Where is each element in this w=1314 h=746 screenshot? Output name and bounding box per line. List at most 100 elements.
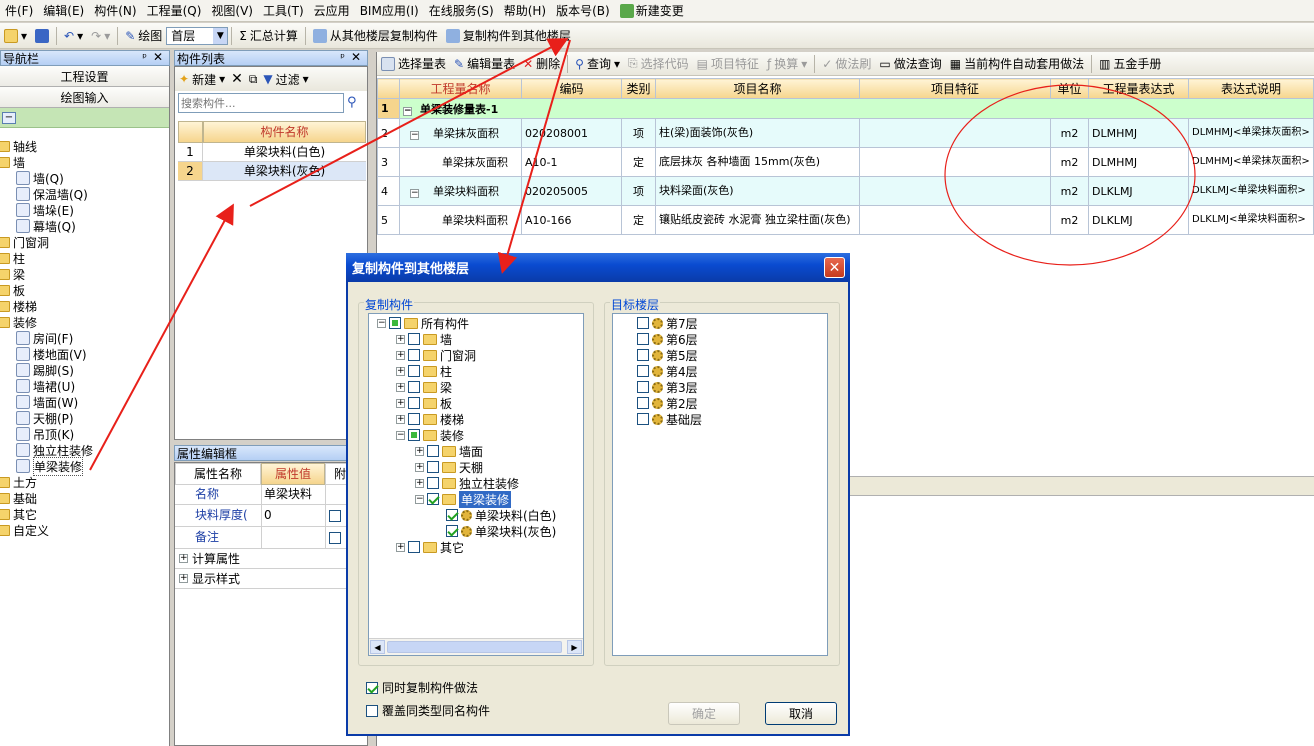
component-tree-node[interactable]: + 楼梯	[396, 411, 464, 427]
expand-icon[interactable]: +	[396, 398, 405, 408]
nav-component-item[interactable]: 单梁装修	[16, 456, 84, 476]
undo-button[interactable]: ↶ ▾	[60, 25, 87, 47]
nav-folder-item[interactable]: 其它	[0, 506, 37, 522]
expand-icon[interactable]: +	[179, 554, 188, 563]
nav-folder-item[interactable]: 基础	[0, 490, 37, 506]
nav-component-item[interactable]: 房间(F)	[16, 330, 73, 346]
item-name[interactable]: 镶贴纸皮瓷砖 水泥膏 独立梁柱面(灰色)	[655, 205, 860, 235]
expression[interactable]: DLKLMJ	[1088, 176, 1189, 206]
select-code-button[interactable]: ⎘ 选择代码	[624, 53, 693, 75]
copy-method-checkbox[interactable]	[366, 681, 378, 694]
filter-button[interactable]: ▼ 过滤 ▾	[263, 68, 308, 90]
node-checkbox[interactable]	[408, 541, 420, 553]
node-checkbox[interactable]	[427, 461, 439, 473]
nav-folder-item[interactable]: 梁	[0, 266, 25, 282]
menu-tools[interactable]: 工具(T)	[258, 2, 309, 19]
opt-copy-method[interactable]: 同时复制构件做法	[366, 679, 478, 696]
nav-component-item[interactable]: 墙裙(U)	[16, 378, 75, 394]
expression-desc[interactable]: DLMHMJ<单梁抹灰面积>	[1188, 118, 1314, 148]
node-checkbox[interactable]	[408, 349, 420, 361]
node-checkbox[interactable]	[427, 445, 439, 457]
collapse-icon[interactable]: −	[377, 318, 386, 328]
menu-help[interactable]: 帮助(H)	[499, 2, 551, 19]
item-feature[interactable]	[859, 176, 1051, 206]
menu-new-change[interactable]: 新建变更	[615, 2, 689, 19]
expand-icon[interactable]: +	[415, 446, 424, 456]
table-row[interactable]: 1 单梁块料(白色)	[178, 143, 366, 162]
menu-quantity[interactable]: 工程量(Q)	[142, 2, 207, 19]
component-tree-node[interactable]: − 装修	[396, 427, 464, 443]
component-tree-node[interactable]: + 梁	[396, 379, 452, 395]
code[interactable]: A10-1	[521, 147, 622, 177]
nav-component-item[interactable]: 天棚(P)	[16, 410, 74, 426]
scroll-thumb[interactable]	[387, 641, 562, 653]
new-component-button[interactable]: ✦ 新建 ▾	[179, 68, 225, 90]
method-brush-button[interactable]: ✓ 做法刷	[818, 53, 875, 75]
nav-folder-item[interactable]: 柱	[0, 250, 25, 266]
expression[interactable]: DLMHMJ	[1088, 118, 1189, 148]
nav-component-item[interactable]: 吊顶(K)	[16, 426, 74, 442]
floor-item[interactable]: 第4层	[637, 363, 698, 379]
nav-component-item[interactable]: 墙垛(E)	[16, 202, 74, 218]
unit[interactable]: m2	[1050, 118, 1089, 148]
menu-bim[interactable]: BIM应用(I)	[355, 2, 424, 19]
floor-checkbox[interactable]	[637, 413, 649, 425]
component-tree-node[interactable]: + 墙面	[415, 443, 483, 459]
node-checkbox[interactable]	[446, 525, 458, 537]
table-row[interactable]: 5 单梁块料面积 A10-166 定 镶贴纸皮瓷砖 水泥膏 独立梁柱面(灰色) m2 DLK…	[377, 205, 1314, 235]
auto-apply-method-button[interactable]: ▦ 当前构件自动套用做法	[946, 53, 1088, 75]
expand-icon[interactable]: +	[396, 382, 405, 392]
expression-desc[interactable]: DLMHMJ<单梁抹灰面积>	[1188, 147, 1314, 177]
scroll-left-icon[interactable]: ◀	[370, 640, 385, 654]
code[interactable]: A10-166	[521, 205, 622, 235]
open-button[interactable]: ▾	[0, 25, 31, 47]
node-checkbox[interactable]	[389, 317, 401, 329]
component-tree-node[interactable]: − 单梁装修	[415, 490, 512, 508]
prop-extra-checkbox[interactable]	[329, 531, 341, 544]
item-name[interactable]: 柱(梁)面装饰(灰色)	[655, 118, 860, 148]
unit-header[interactable]: 单位	[1050, 78, 1089, 99]
prop-group-calc[interactable]: + 计算属性	[175, 549, 367, 569]
type-header[interactable]: 类别	[621, 78, 656, 99]
opt-overwrite[interactable]: 覆盖同类型同名构件	[366, 702, 490, 719]
nav-folder-item[interactable]: 装修	[0, 314, 37, 330]
expression-desc[interactable]: DLKLMJ<单梁块料面积>	[1188, 205, 1314, 235]
code[interactable]: 020208001	[521, 118, 622, 148]
prop-value[interactable]: 0	[261, 505, 325, 526]
menu-component[interactable]: 构件(N)	[89, 2, 141, 19]
nav-folder-item[interactable]: 墙	[0, 154, 25, 170]
select-table-button[interactable]: 选择量表	[377, 53, 450, 75]
cancel-button[interactable]: 取消	[765, 702, 837, 725]
hardware-manual-button[interactable]: ▥ 五金手册	[1095, 53, 1165, 75]
floor-checkbox[interactable]	[637, 381, 649, 393]
floor-item[interactable]: 第7层	[637, 315, 698, 331]
component-tree-node[interactable]: 单梁块料(灰色)	[434, 523, 556, 539]
node-checkbox[interactable]	[408, 365, 420, 377]
node-checkbox[interactable]	[408, 413, 420, 425]
node-checkbox[interactable]	[408, 429, 420, 441]
prop-value[interactable]	[261, 527, 325, 548]
ok-button[interactable]: 确定	[668, 702, 740, 725]
prop-group-display[interactable]: + 显示样式	[175, 569, 367, 589]
delete-icon[interactable]: ✕	[231, 71, 243, 87]
pin-icon[interactable]: ᵖ	[142, 51, 147, 64]
nav-folder-item[interactable]: 土方	[0, 474, 37, 490]
expand-icon[interactable]: +	[415, 462, 424, 472]
expand-icon[interactable]: +	[396, 334, 405, 344]
expression-header[interactable]: 工程量表达式	[1088, 78, 1189, 99]
menu-cloud[interactable]: 云应用	[309, 2, 355, 19]
collapse-icon[interactable]: −	[415, 494, 424, 504]
nav-folder-item[interactable]: 楼梯	[0, 298, 37, 314]
nav-component-item[interactable]: 保温墙(Q)	[16, 186, 88, 202]
table-row[interactable]: 块料厚度( 0	[175, 505, 367, 527]
qty-name[interactable]: 单梁抹灰面积	[399, 147, 522, 177]
table-row[interactable]: 备注	[175, 527, 367, 549]
component-tree-node[interactable]: + 天棚	[415, 459, 483, 475]
component-tree-node[interactable]: + 墙	[396, 331, 452, 347]
item-feature[interactable]	[859, 118, 1051, 148]
query-button[interactable]: ⚲ 查询 ▾	[571, 53, 624, 75]
expression-desc[interactable]: DLKLMJ<单梁块料面积>	[1188, 176, 1314, 206]
table-row[interactable]: 2 − 单梁抹灰面积 020208001 项 柱(梁)面装饰(灰色) m2 DLMHMJ DLM…	[377, 118, 1314, 148]
menu-online[interactable]: 在线服务(S)	[424, 2, 499, 19]
expand-icon[interactable]: +	[396, 542, 405, 552]
